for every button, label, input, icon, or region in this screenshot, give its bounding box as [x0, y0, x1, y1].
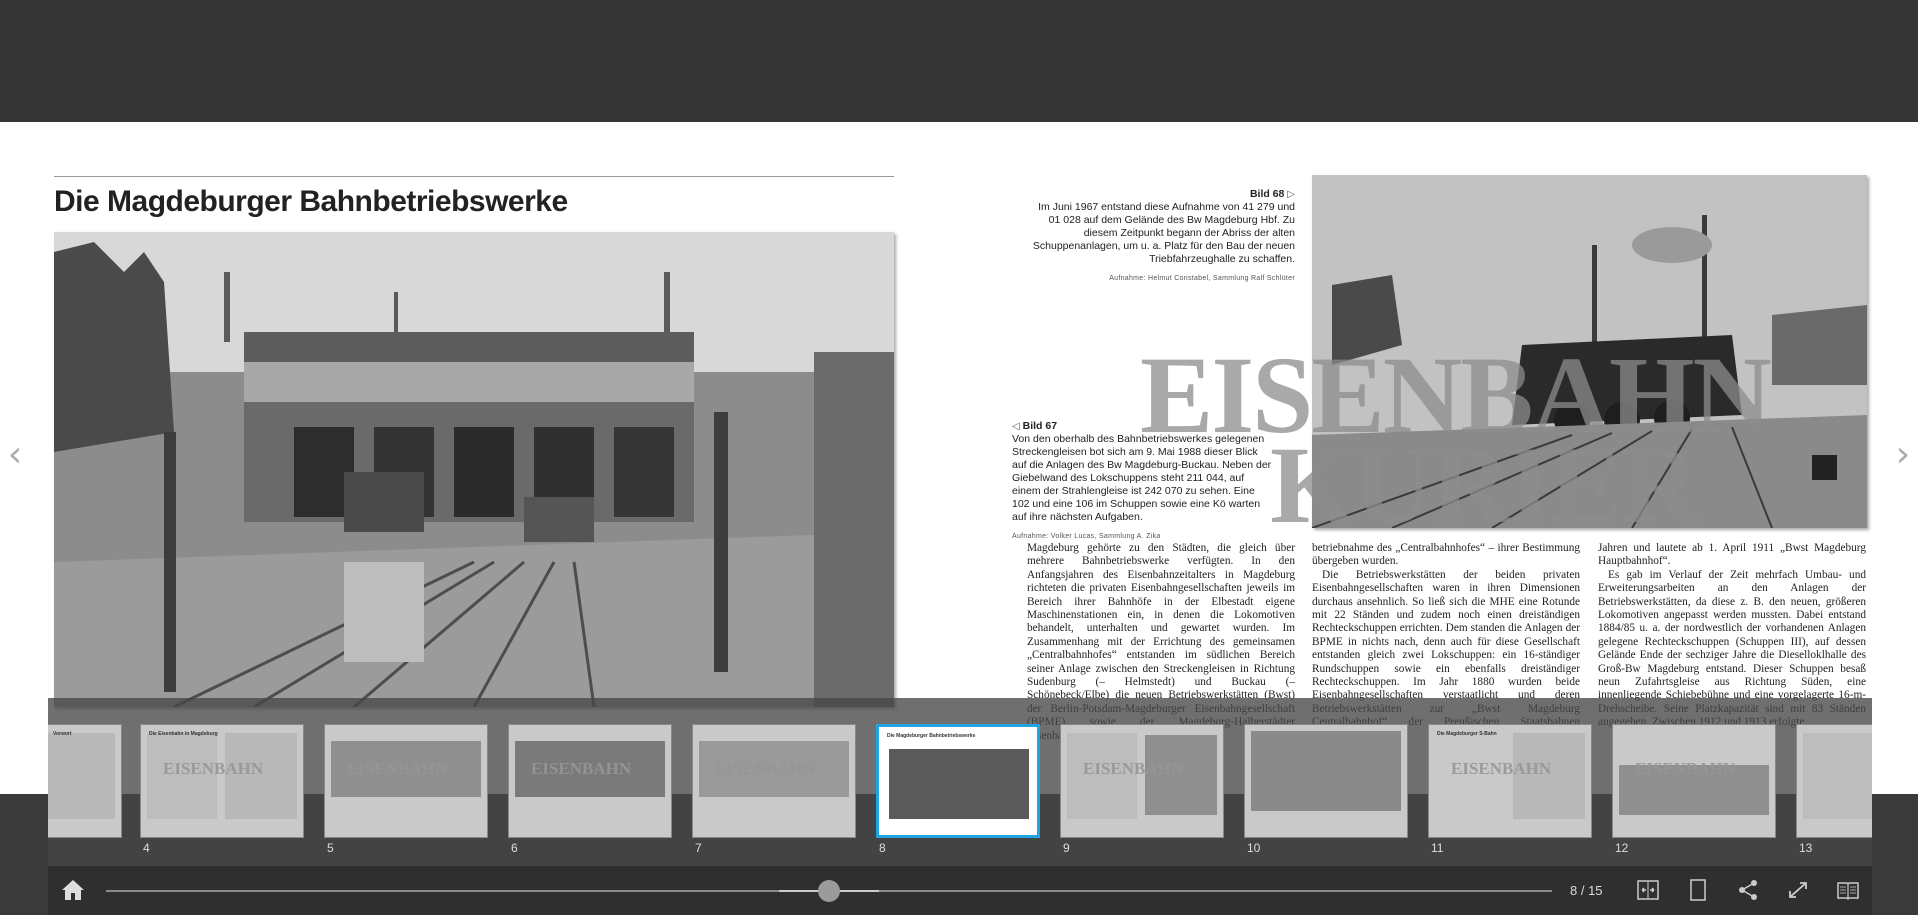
header-rule [54, 176, 894, 177]
thumbnail-page-12[interactable]: EISENBAHN [1612, 724, 1776, 838]
thumb-watermark: EISENBAHN [1635, 759, 1736, 778]
photo-bw-buckau [54, 232, 894, 707]
thumb-watermark: EISENBAHN [531, 759, 632, 778]
thumb-title: Die Eisenbahn in Magdeburg [149, 731, 218, 737]
thumb-watermark: EISENBAHN [1083, 759, 1184, 778]
thumbnail-page-4[interactable]: Die Eisenbahn in Magdeburg EISENBAHN [140, 724, 304, 838]
thumbnail-number: 5 [327, 841, 334, 855]
thumbnail-number: 7 [695, 841, 702, 855]
top-bar [0, 0, 1918, 122]
thumbnail-number: 10 [1247, 841, 1261, 855]
single-page-icon[interactable] [1686, 879, 1710, 901]
thumbnail-page-9[interactable]: EISENBAHN [1060, 724, 1224, 838]
caption-bild-68: Bild 68 ▷ Im Juni 1967 entstand diese Au… [1030, 188, 1295, 285]
paragraph: betriebnahme des „Centralbahnhofes“ – ih… [1312, 542, 1580, 568]
thumb-photo [889, 749, 1029, 819]
caption-text: Im Juni 1967 entstand diese Aufnahme von… [1032, 201, 1295, 265]
paragraph: Jahren und lautete ab 1. April 1911 „Bws… [1598, 542, 1866, 568]
magazine-spread[interactable]: Die Magdeburger Bahnbetriebswerke EISENB… [0, 122, 1918, 794]
caption-bild-67: ◁ Bild 67 Von den oberhalb des Bahnbetri… [1012, 420, 1272, 543]
thumb-photo [1251, 731, 1401, 811]
previous-page-button[interactable]: ‹ [0, 435, 30, 475]
thumbnail-page-10[interactable] [1244, 724, 1408, 838]
thumb-title: Vorwort [53, 731, 72, 737]
roundhouse-photo-illustration [54, 232, 894, 707]
thumbnail-page-13[interactable] [1796, 724, 1872, 838]
thumbnail-number: 4 [143, 841, 150, 855]
fullscreen-icon[interactable] [1786, 879, 1810, 901]
caption-credit: Aufnahme: Helmut Constabel, Sammlung Ral… [1109, 275, 1295, 282]
steam-locomotive-photo-illustration [1312, 175, 1867, 528]
thumb-title: Die Magdeburger Bahnbetriebswerke [887, 733, 976, 739]
thumbnail-number: 9 [1063, 841, 1070, 855]
thumb-page-right [48, 733, 115, 819]
page-title: Die Magdeburger Bahnbetriebswerke [54, 185, 568, 218]
thumbnail-page-5[interactable]: EISENBAHN [324, 724, 488, 838]
triangle-right-icon: ▷ [1287, 189, 1295, 200]
page-counter: 8 / 15 [1570, 883, 1603, 898]
thumbnail-page-6[interactable]: EISENBAHN [508, 724, 672, 838]
share-icon[interactable] [1736, 879, 1760, 901]
thumb-watermark: EISENBAHN [1451, 759, 1552, 778]
fit-width-icon[interactable] [1636, 879, 1660, 901]
thumbnail-page-3[interactable]: Vorwort [48, 724, 122, 838]
thumbnail-strip[interactable]: Vorwort Die Eisenbahn in Magdeburg EISEN… [48, 698, 1872, 866]
next-page-button[interactable]: › [1888, 435, 1918, 475]
home-icon[interactable] [60, 878, 86, 902]
thumb-watermark: EISENBAHN [715, 759, 816, 778]
triangle-left-icon: ◁ [1012, 421, 1020, 432]
thumbnail-page-7[interactable]: EISENBAHN [692, 724, 856, 838]
book-icon[interactable] [1836, 879, 1860, 901]
caption-title: Bild 68 [1249, 188, 1285, 200]
slider-knob[interactable] [818, 880, 840, 902]
thumbnail-number: 12 [1615, 841, 1629, 855]
thumb-watermark: EISENBAHN [347, 759, 448, 778]
thumbnail-page-11[interactable]: Die Magdeburger S-Bahn EISENBAHN [1428, 724, 1592, 838]
page-slider[interactable] [106, 880, 1552, 902]
caption-title: Bild 67 [1022, 420, 1058, 432]
caption-text: Von den oberhalb des Bahnbetriebswerkes … [1012, 433, 1272, 523]
thumb-page-left [1803, 733, 1872, 819]
thumb-watermark: EISENBAHN [163, 759, 264, 778]
thumbnail-number: 11 [1431, 841, 1444, 855]
thumb-title: Die Magdeburger S-Bahn [1437, 731, 1497, 737]
thumbnail-number: 8 [879, 841, 886, 855]
bottom-toolbar: 8 / 15 [48, 866, 1872, 915]
thumbnail-number: 13 [1799, 841, 1813, 855]
photo-bw-magdeburg-hbf [1312, 175, 1867, 528]
thumbnail-number: 6 [511, 841, 518, 855]
thumbnail-page-8-active[interactable]: Die Magdeburger Bahnbetriebswerke [876, 724, 1040, 838]
